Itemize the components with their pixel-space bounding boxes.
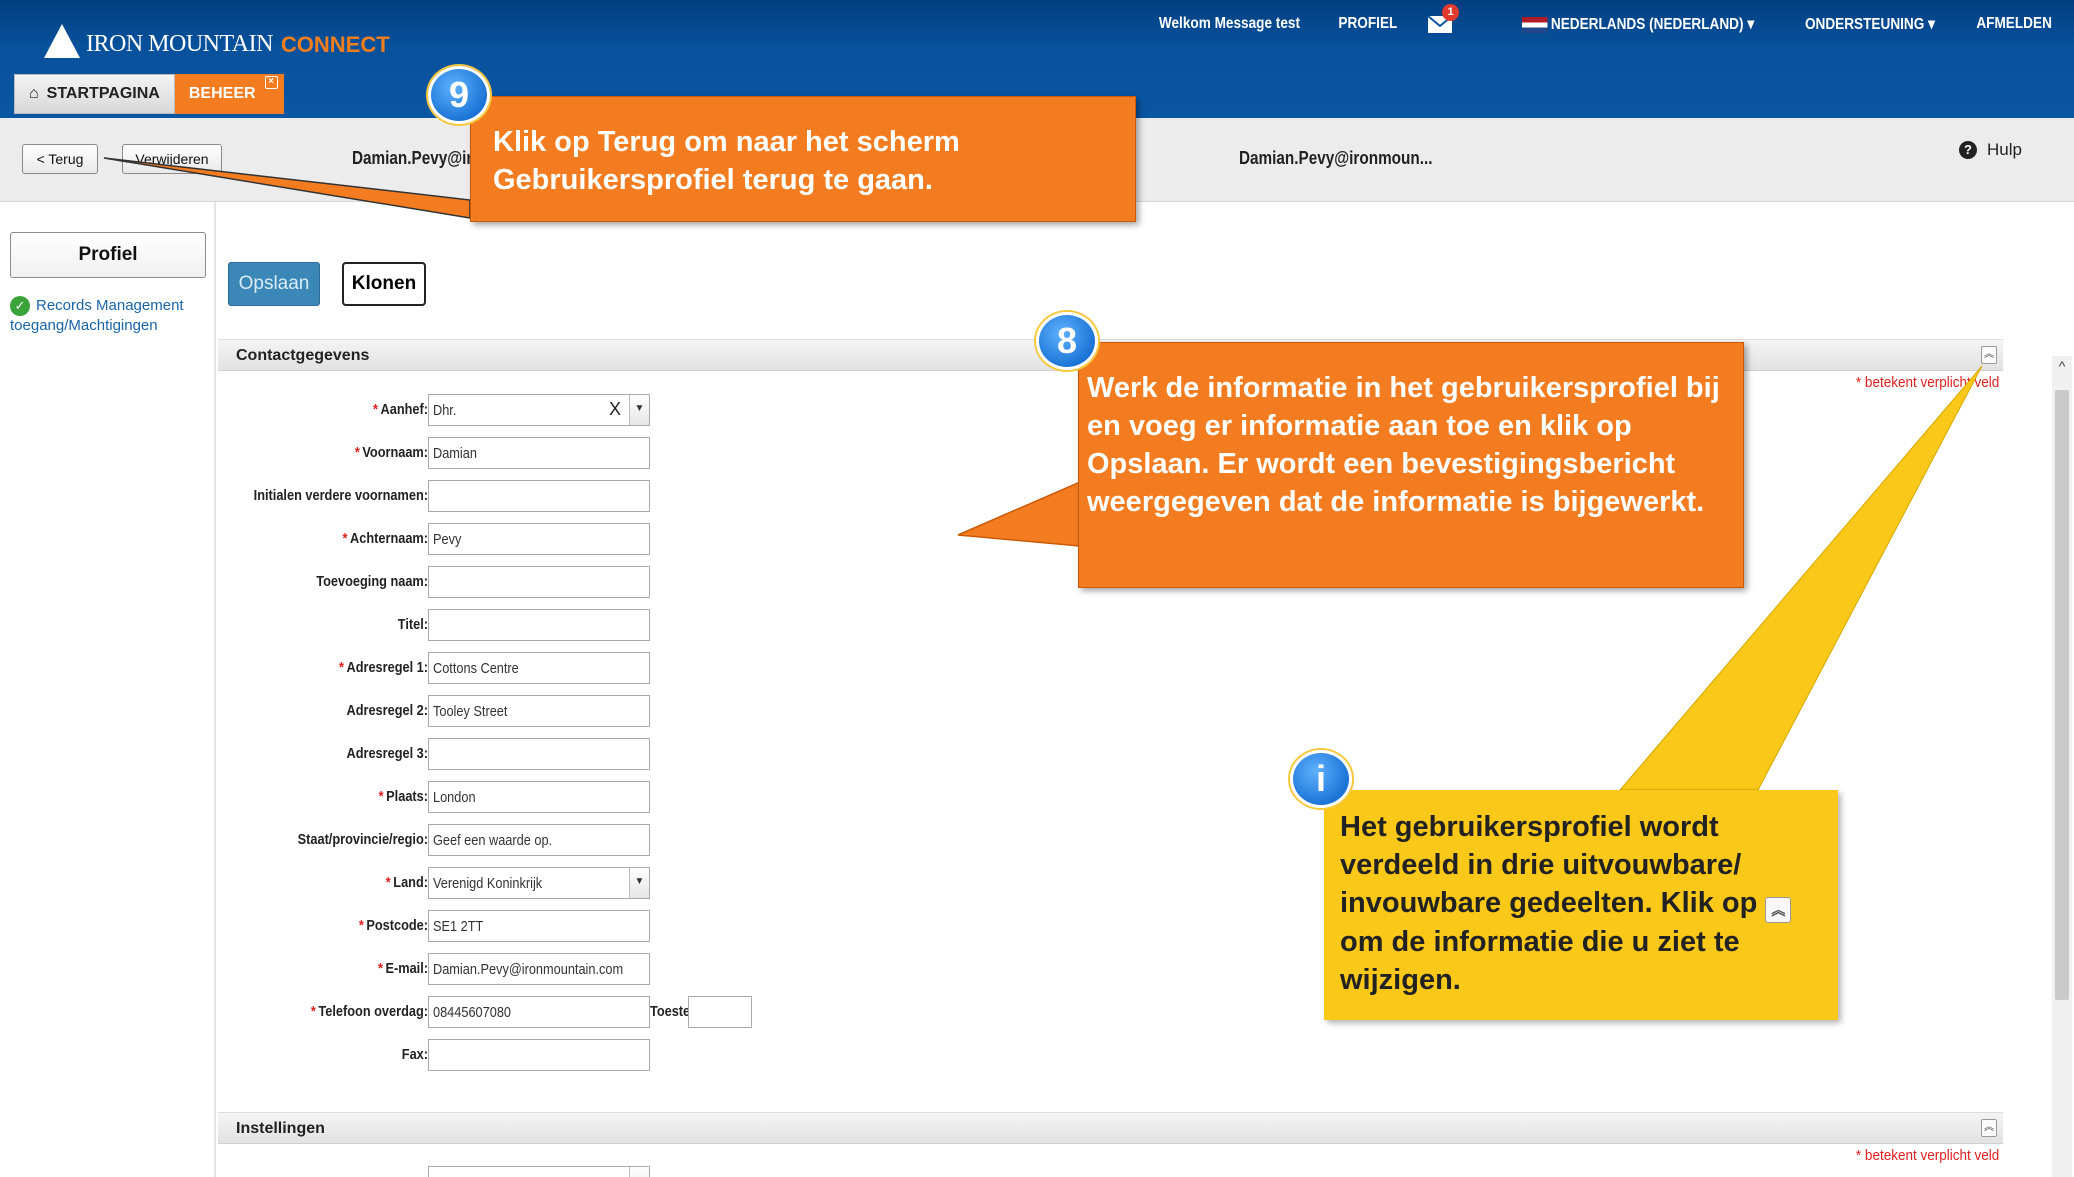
collapse-icon: ︽	[1765, 897, 1792, 923]
callout-step-8: Werk de informatie in het gebruikersprof…	[1078, 342, 1744, 588]
pointer-9	[103, 157, 471, 219]
callout-info-text: Het gebruikersprofiel wordt verdeeld in …	[1340, 808, 1830, 999]
pointer-8	[957, 480, 1081, 547]
info-text-before: Het gebruikersprofiel wordt verdeeld in …	[1340, 811, 1758, 919]
info-text-after: om de informatie die u ziet te wijzigen.	[1340, 926, 1740, 996]
callout-step-8-text: Werk de informatie in het gebruikersprof…	[1087, 372, 1720, 518]
step-9-badge: 9	[428, 66, 490, 124]
info-badge: i	[1290, 750, 1352, 808]
callout-info: Het gebruikersprofiel wordt verdeeld in …	[1324, 790, 1838, 1020]
callout-step-9-text: Klik op Terug om naar het scherm Gebruik…	[493, 126, 960, 196]
step-8-badge: 8	[1036, 312, 1098, 370]
callout-step-9: Klik op Terug om naar het scherm Gebruik…	[470, 96, 1136, 222]
